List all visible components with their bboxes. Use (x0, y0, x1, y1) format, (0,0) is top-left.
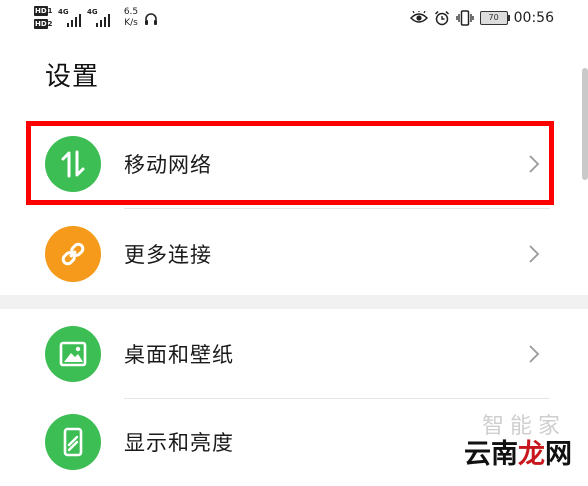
divider (124, 208, 550, 209)
settings-item-more-connections[interactable]: 更多连接 (0, 210, 588, 298)
signal-bars-icon (67, 13, 83, 27)
image-icon (45, 326, 101, 382)
highlight-box (26, 121, 554, 205)
settings-item-home-wallpaper[interactable]: 桌面和壁纸 (0, 310, 588, 398)
watermark: 云南龙网 (464, 439, 572, 470)
eye-comfort-icon (409, 11, 428, 23)
network-speed: 6.5 K/s (123, 7, 139, 28)
status-right: 70 00:56 (404, 6, 554, 30)
headset-icon (145, 13, 157, 25)
settings-item-label: 显示和亮度 (124, 431, 234, 455)
volte-indicators: HD1 HD2 (33, 5, 55, 33)
vibrate-icon (455, 10, 474, 26)
group-divider (0, 295, 588, 309)
chevron-right-icon (529, 345, 540, 363)
phone-brightness-icon (45, 414, 101, 470)
status-time: 00:56 (513, 10, 554, 26)
battery-indicator: 70 (479, 11, 510, 25)
hd-badge-2: HD2 (34, 19, 53, 29)
signal-bars-icon (96, 13, 112, 27)
alarm-icon (434, 10, 449, 26)
hd-badge-1: HD1 (34, 6, 53, 16)
chevron-right-icon (529, 245, 540, 263)
settings-item-label: 桌面和壁纸 (124, 343, 234, 367)
status-bar: HD1 HD2 4G 4G 6.5 K/s 70 00:56 (0, 0, 588, 36)
page-title: 设置 (45, 62, 100, 92)
link-icon (45, 226, 101, 282)
settings-item-label: 更多连接 (124, 243, 212, 267)
